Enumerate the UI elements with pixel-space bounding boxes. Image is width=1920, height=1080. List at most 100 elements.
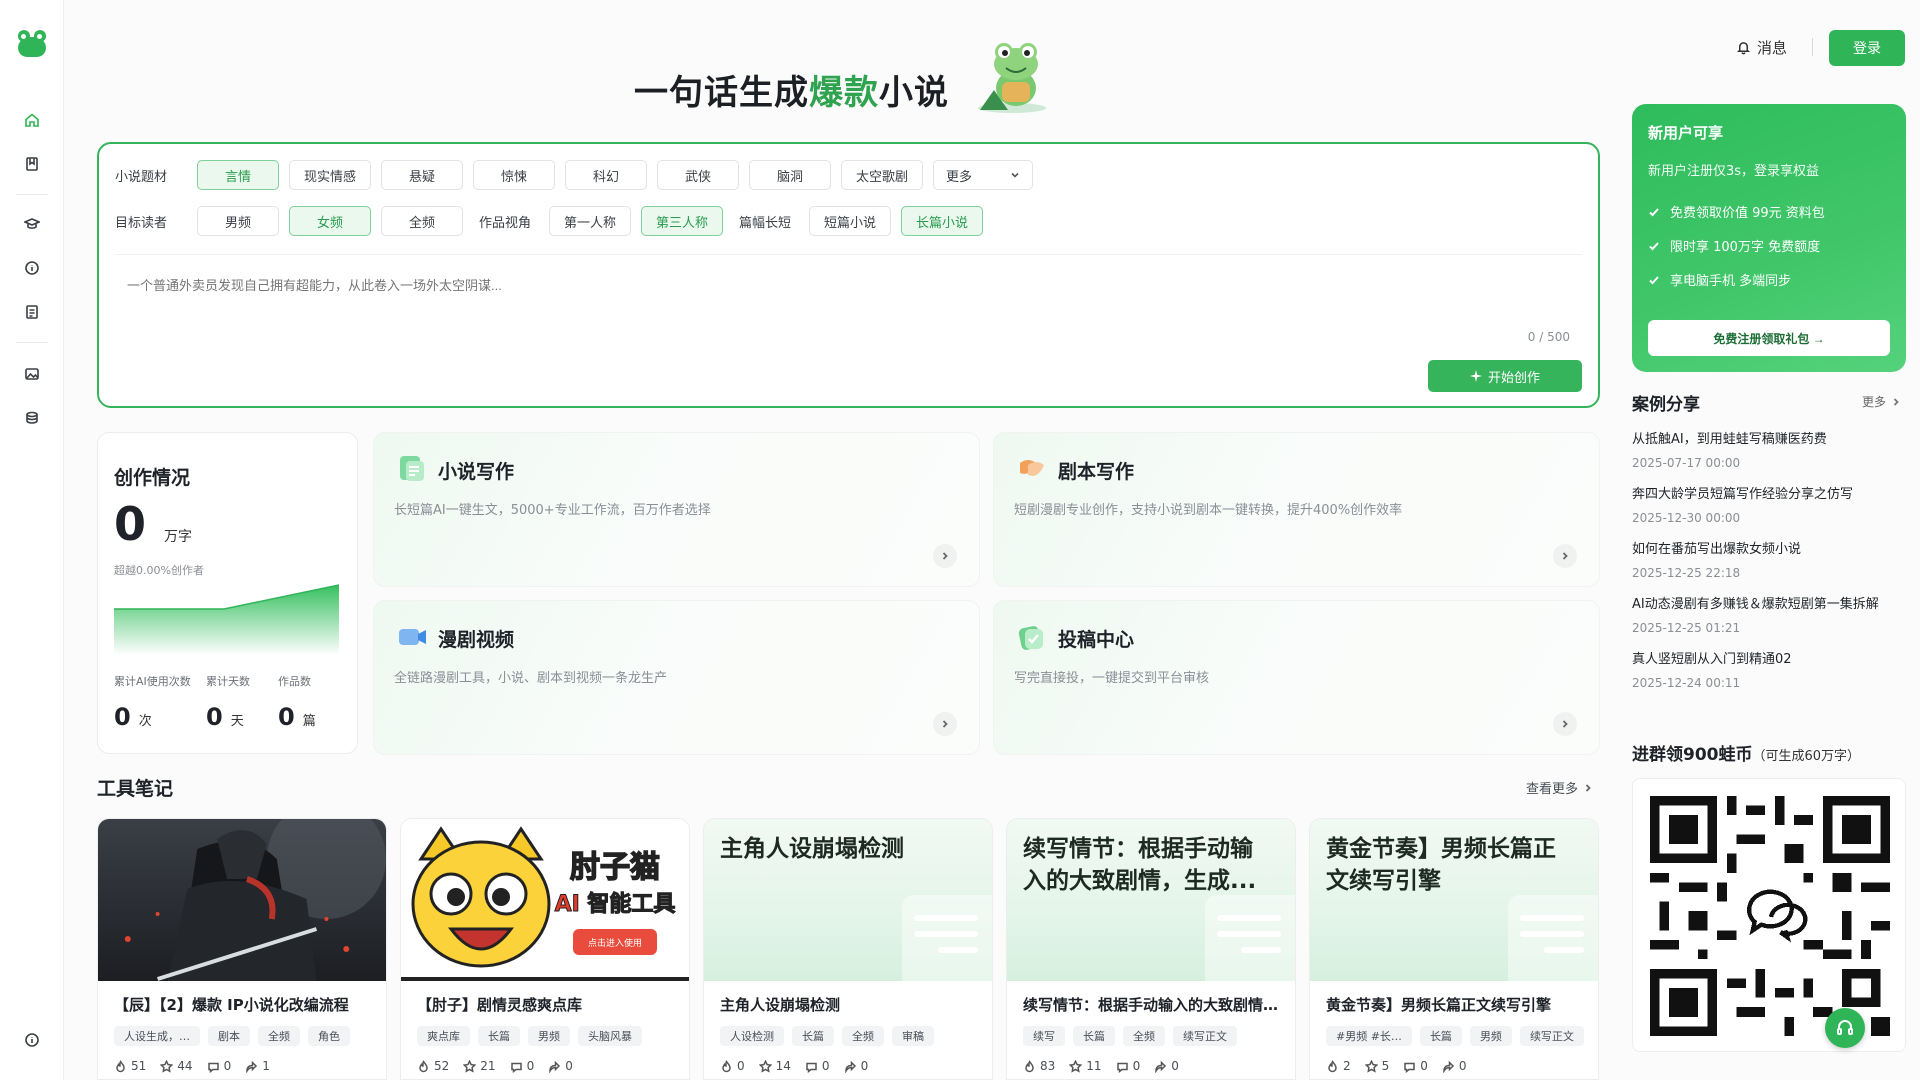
script-icon (1020, 460, 1044, 476)
genre-chip-space-opera[interactable]: 太空歌剧 (841, 160, 923, 190)
frog-logo-icon[interactable] (16, 30, 48, 58)
story-prompt-input[interactable] (127, 278, 1327, 293)
promo-perk: 限时享 100万字 免费额度 (1648, 236, 1820, 255)
info-circle-icon[interactable] (0, 252, 64, 284)
reader-chip-all[interactable]: 全频 (381, 206, 463, 236)
share-metric[interactable]: 0 (1154, 1059, 1179, 1073)
comment-metric[interactable]: 0 (510, 1059, 534, 1073)
free-register-button[interactable]: 免费注册领取礼包 → (1648, 320, 1890, 356)
case-item[interactable]: AI动态漫剧有多赚钱＆爆款短剧第一集拆解 2025-12-25 01:21 (1632, 593, 1912, 635)
star-icon (463, 1059, 477, 1073)
tool-card-name: 续写情节：根据手动输入的大致剧情，生成后续章节 (1023, 996, 1283, 1014)
reader-chip-male[interactable]: 男频 (197, 206, 279, 236)
comment-metric[interactable]: 0 (1116, 1059, 1140, 1073)
case-item[interactable]: 奔四大龄学员短篇写作经验分享之仿写 2025-12-30 00:00 (1632, 483, 1912, 525)
graduation-cap-icon[interactable] (0, 208, 64, 240)
feature-script-desc: 短剧漫剧专业创作，支持小说到剧本一键转换，提升400%创作效率 (1014, 503, 1403, 518)
tag: 头脑风暴 (578, 1026, 642, 1046)
home-icon[interactable] (0, 104, 64, 136)
case-item[interactable]: 如何在番茄写出爆款女频小说 2025-12-25 22:18 (1632, 538, 1912, 580)
feature-submit-desc: 写完直接投，一键提交到平台审核 (1014, 671, 1210, 686)
check-icon (1649, 207, 1659, 216)
promo-perk: 享电脑手机 多端同步 (1648, 270, 1791, 289)
like-metric[interactable]: 83 (1023, 1059, 1055, 1073)
length-chip-short[interactable]: 短篇小说 (809, 206, 892, 236)
feature-script-arrow[interactable] (1553, 544, 1577, 568)
tool-card[interactable]: 黄金节奏】男频长篇正文续写引擎 黄金节奏】男频长篇正文续写引擎 #男频 #长… … (1309, 818, 1599, 1080)
case-item[interactable]: 从抵触AI，到用蛙蛙写稿赚医药费 2025-07-17 00:00 (1632, 428, 1912, 470)
tool-card[interactable]: 肘子猫 AI 智能工具 点击进入使用 【肘子】剧情灵感爽点库 爽点库 长篇 男频… (400, 818, 690, 1080)
share-icon (246, 1060, 258, 1073)
help-icon[interactable] (0, 1024, 64, 1056)
tool-card-metrics: 83 11 0 0 (1023, 1059, 1179, 1073)
tool-card[interactable]: 【辰】【2】爆款 IP小说化改编流程 人设生成，… 剧本 全频 角色 51 44… (97, 818, 387, 1080)
star-metric[interactable]: 5 (1364, 1059, 1389, 1073)
stat-ai-uses: 累计AI使用次数 0次 (114, 673, 191, 731)
document-illustration-icon (1508, 895, 1598, 981)
chevron-right-icon (942, 720, 948, 728)
share-metric[interactable]: 0 (844, 1059, 868, 1073)
share-metric[interactable]: 0 (1442, 1059, 1467, 1073)
sidebar (0, 0, 64, 1080)
feature-video-arrow[interactable] (933, 712, 957, 736)
like-metric[interactable]: 0 (720, 1059, 745, 1073)
star-metric[interactable]: 44 (160, 1059, 193, 1073)
cases-more-link[interactable]: 更多 (1862, 393, 1900, 410)
tools-view-more-link[interactable]: 查看更多 (1526, 778, 1592, 797)
comment-metric[interactable]: 0 (1403, 1059, 1428, 1073)
reader-chip-female[interactable]: 女频 (289, 206, 371, 236)
genre-chip-realistic[interactable]: 现实情感 (289, 160, 371, 190)
genre-chip-wuxia[interactable]: 武侠 (657, 160, 739, 190)
feature-card-script[interactable]: 剧本写作 短剧漫剧专业创作，支持小说到剧本一键转换，提升400%创作效率 (993, 432, 1600, 587)
new-user-promo-card: 新用户可享 新用户注册仅3s，登录享权益 免费领取价值 99元 资料包 限时享 … (1632, 104, 1906, 372)
genre-chip-scifi[interactable]: 科幻 (565, 160, 647, 190)
genre-chip-brainstorm[interactable]: 脑洞 (749, 160, 831, 190)
start-create-button[interactable]: 开始创作 (1428, 360, 1582, 392)
comment-metric[interactable]: 0 (207, 1059, 231, 1073)
tool-card-thumb-title: 主角人设崩塌检测 (720, 836, 904, 862)
stat-ai-uses-unit: 次 (138, 714, 152, 729)
view-chip-third-person[interactable]: 第三人称 (641, 206, 724, 236)
genre-chip-mystery[interactable]: 悬疑 (381, 160, 463, 190)
image-icon[interactable] (0, 358, 64, 390)
star-metric[interactable]: 11 (1069, 1059, 1102, 1073)
case-item[interactable]: 真人竖短剧从入门到精通02 2025-12-24 00:11 (1632, 648, 1912, 690)
comment-metric[interactable]: 0 (805, 1059, 830, 1073)
like-metric[interactable]: 2 (1326, 1059, 1351, 1073)
like-metric[interactable]: 52 (417, 1059, 449, 1073)
genre-more-dropdown[interactable]: 更多 (933, 160, 1033, 190)
document-illustration-icon (902, 895, 992, 981)
length-chip-long[interactable]: 长篇小说 (901, 206, 984, 236)
messages-link[interactable]: 消息 (1736, 36, 1787, 58)
star-metric[interactable]: 14 (758, 1059, 791, 1073)
feature-card-submit[interactable]: 投稿中心 写完直接投，一键提交到平台审核 (993, 600, 1600, 755)
tool-card[interactable]: 续写情节：根据手动输入的大致剧情，生成... 续写情节：根据手动输入的大致剧情，… (1006, 818, 1296, 1080)
tag: 全频 (258, 1026, 300, 1046)
document-icon[interactable] (0, 296, 64, 328)
feature-novel-arrow[interactable] (933, 544, 957, 568)
feature-card-novel[interactable]: 小说写作 长短篇AI一键生文，5000+专业工作流，百万作者选择 (373, 432, 980, 587)
promo-title: 新用户可享 (1648, 124, 1724, 142)
share-metric[interactable]: 0 (548, 1059, 573, 1073)
case-date: 2025-07-17 00:00 (1632, 456, 1741, 470)
tool-card[interactable]: 主角人设崩塌检测 主角人设崩塌检测 人设检测 长篇 全频 审稿 0 14 0 0 (703, 818, 993, 1080)
coins-icon[interactable] (0, 402, 64, 434)
case-title: 从抵触AI，到用蛙蛙写稿赚医药费 (1632, 432, 1827, 447)
feature-card-video[interactable]: 漫剧视频 全链路漫剧工具，小说、剧本到视频一条龙生产 (373, 600, 980, 755)
video-icon (399, 629, 426, 645)
login-button[interactable]: 登录 (1829, 30, 1905, 66)
customer-service-button[interactable] (1825, 1008, 1865, 1048)
genre-chip-thriller[interactable]: 惊悚 (473, 160, 555, 190)
tag: #男频 #长… (1326, 1026, 1412, 1046)
star-icon (758, 1059, 772, 1073)
like-metric[interactable]: 51 (114, 1059, 146, 1073)
share-metric[interactable]: 1 (245, 1059, 270, 1073)
stat-days: 累计天数 0天 (206, 673, 250, 731)
view-chip-first-person[interactable]: 第一人称 (549, 206, 632, 236)
genre-chip-romance[interactable]: 言情 (197, 160, 279, 190)
book-icon[interactable] (0, 148, 64, 180)
feature-novel-title: 小说写作 (438, 461, 515, 483)
feature-submit-arrow[interactable] (1553, 712, 1577, 736)
hero-suffix: 小说 (879, 73, 949, 113)
star-metric[interactable]: 21 (463, 1059, 496, 1073)
